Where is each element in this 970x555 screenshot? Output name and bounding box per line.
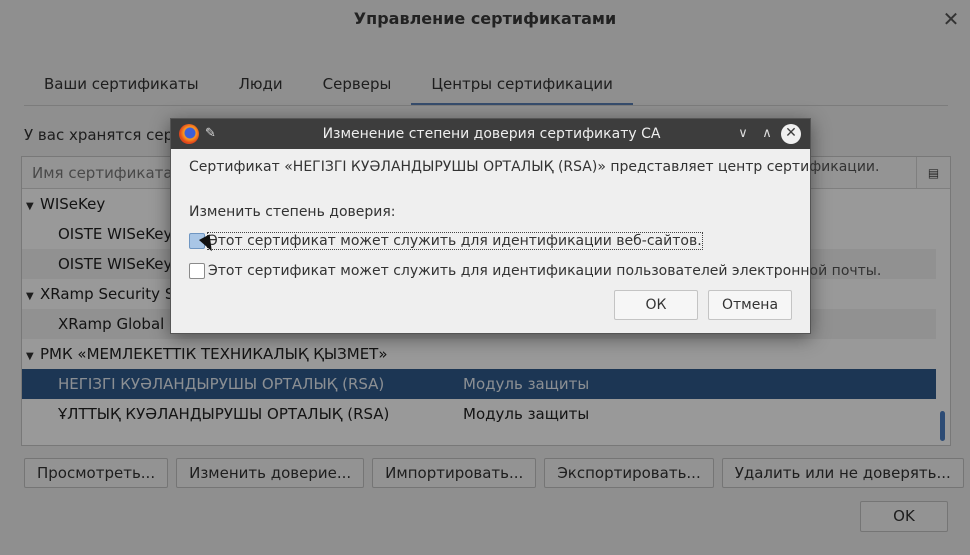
trust-label: Изменить степень доверия: xyxy=(189,204,396,220)
checkbox-web-row[interactable]: Этот сертификат может служить для иденти… xyxy=(189,231,703,251)
checkbox-web-label[interactable]: Этот сертификат может служить для иденти… xyxy=(207,232,703,250)
edit-trust-dialog: ✎ Изменение степени доверия сертификату … xyxy=(170,118,881,334)
checkbox-email-label[interactable]: Этот сертификат может служить для иденти… xyxy=(208,263,881,279)
dialog-message: Сертификат «НЕГІЗГІ КУӘЛАНДЫРУШЫ ОРТАЛЫҚ… xyxy=(189,159,880,175)
maximize-icon[interactable]: ∧ xyxy=(758,125,776,143)
dialog-cancel-button[interactable]: Отмена xyxy=(708,290,792,320)
checkbox-email[interactable] xyxy=(189,263,205,279)
checkbox-email-row[interactable]: Этот сертификат может служить для иденти… xyxy=(189,261,881,281)
dialog-title: Изменение степени доверия сертификату CA xyxy=(322,126,661,142)
dialog-titlebar: ✎ Изменение степени доверия сертификату … xyxy=(171,119,810,149)
minimize-icon[interactable]: ∨ xyxy=(734,125,752,143)
dialog-close-icon[interactable]: ✕ xyxy=(781,124,801,144)
dialog-ok-button[interactable]: ОК xyxy=(614,290,698,320)
